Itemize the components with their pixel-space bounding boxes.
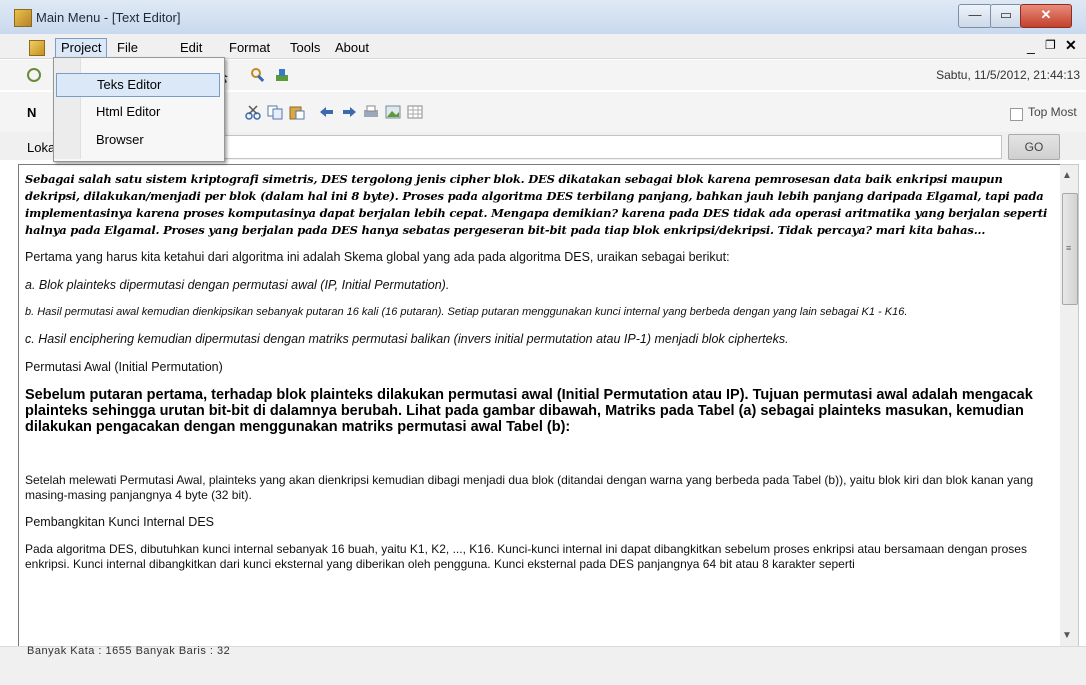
editor-paragraph: b. Hasil permutasi awal kemudian dienkip… — [25, 306, 908, 318]
child-restore-button[interactable]: ❐ — [1045, 38, 1056, 52]
text-editor[interactable]: Sebagai salah satu sistem kriptografi si… — [18, 164, 1062, 648]
menu-project[interactable]: Project — [55, 38, 108, 58]
menu-file[interactable]: File — [112, 39, 143, 57]
window-title: Main Menu - [Text Editor] — [36, 10, 181, 25]
tools-icon[interactable] — [274, 67, 290, 83]
image-icon[interactable] — [384, 104, 402, 120]
paste-icon[interactable] — [288, 104, 306, 120]
clock-icon[interactable] — [27, 68, 41, 82]
editor-paragraph: Setelah melewati Permutasi Awal, plainte… — [25, 473, 1034, 502]
maximize-button[interactable]: ▭ — [990, 4, 1022, 28]
editor-paragraph: Permutasi Awal (Initial Permutation) — [25, 360, 223, 374]
table-icon[interactable] — [406, 104, 424, 120]
topmost-label: Top Most — [1028, 105, 1077, 119]
editor-paragraph: Sebelum putaran pertama, terhadap blok p… — [25, 387, 1033, 435]
menu-item-browser[interactable]: Browser — [56, 129, 220, 151]
copy-icon[interactable] — [266, 104, 284, 120]
child-close-button[interactable]: ✕ — [1065, 37, 1077, 54]
minimize-button[interactable]: — — [958, 4, 992, 28]
menu-bar — [0, 34, 1086, 59]
child-minimize-button[interactable]: _ — [1027, 38, 1035, 54]
menu-about[interactable]: About — [330, 39, 374, 57]
close-button[interactable]: ✕ — [1020, 4, 1072, 28]
editor-paragraph: Pertama yang harus kita ketahui dari alg… — [25, 250, 730, 264]
status-text: Banyak Kata : 1655 Banyak Baris : 32 — [27, 645, 231, 657]
editor-paragraph: Pada algoritma DES, dibutuhkan kunci int… — [25, 542, 1027, 571]
datetime-display: Sabtu, 11/5/2012, 21:44:13 — [936, 68, 1080, 82]
editor-paragraph: c. Hasil enciphering kemudian dipermutas… — [25, 332, 789, 346]
find-icon[interactable] — [250, 67, 266, 83]
editor-paragraph: Sebagai salah satu sistem kriptografi si… — [25, 172, 1048, 237]
document-icon[interactable] — [29, 40, 45, 56]
scroll-down-arrow-icon[interactable]: ▼ — [1062, 630, 1072, 641]
menu-item-html-editor[interactable]: Html Editor — [56, 101, 220, 123]
bold-button[interactable]: N — [27, 105, 36, 120]
topmost-checkbox[interactable] — [1010, 108, 1023, 121]
app-icon — [14, 9, 32, 27]
cut-icon[interactable] — [244, 104, 262, 120]
menu-edit[interactable]: Edit — [175, 39, 207, 57]
go-button[interactable]: GO — [1008, 134, 1060, 160]
menu-format[interactable]: Format — [224, 39, 275, 57]
editor-paragraph: a. Blok plainteks dipermutasi dengan per… — [25, 278, 450, 292]
grip-icon: ≡ — [1066, 243, 1072, 253]
menu-item-teks-editor[interactable]: Teks Editor — [56, 73, 220, 97]
menu-tools[interactable]: Tools — [285, 39, 325, 57]
editor-paragraph: Pembangkitan Kunci Internal DES — [25, 515, 214, 529]
scroll-up-arrow-icon[interactable]: ▲ — [1062, 170, 1072, 181]
print-icon[interactable] — [362, 104, 380, 120]
redo-icon[interactable] — [340, 104, 358, 120]
undo-icon[interactable] — [318, 104, 336, 120]
